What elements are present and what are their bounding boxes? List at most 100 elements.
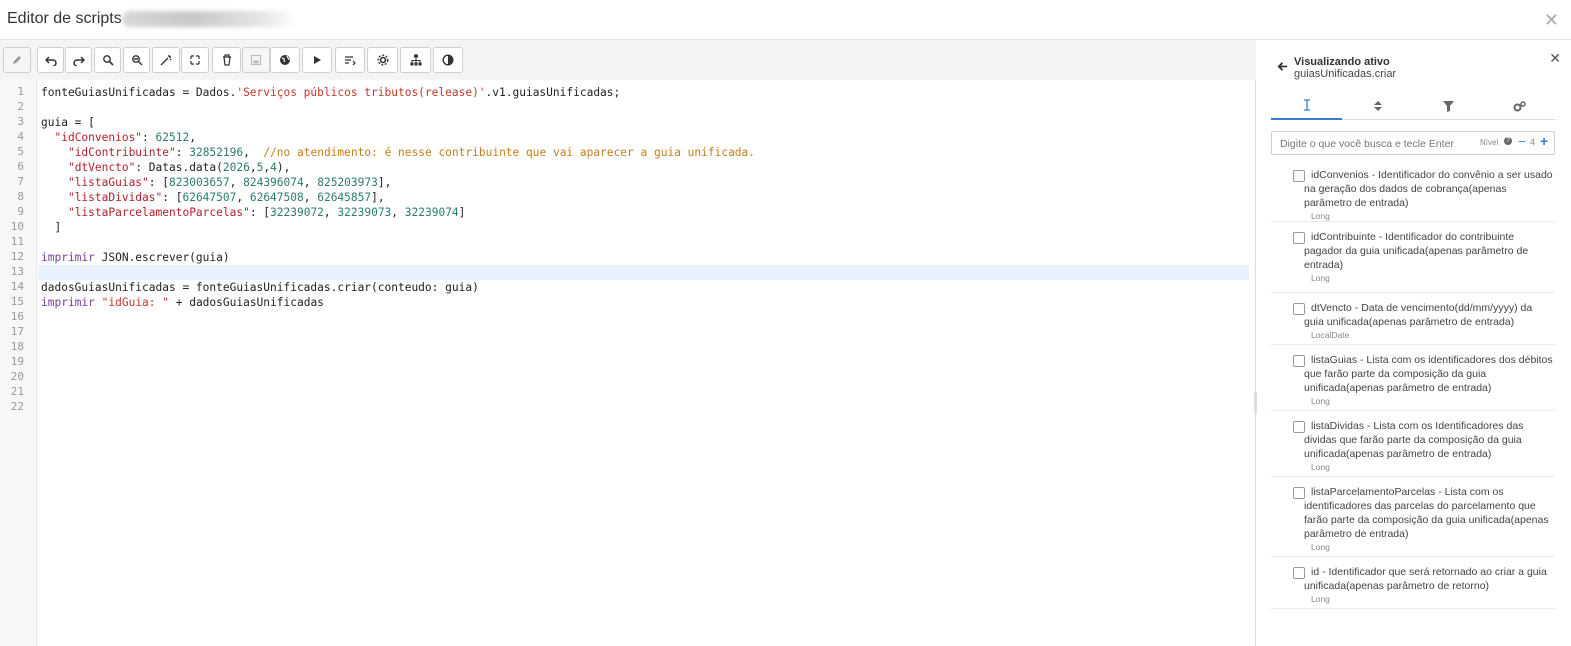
- search-input[interactable]: [1280, 136, 1470, 151]
- nivel-increase-button[interactable]: +: [1540, 133, 1548, 149]
- field-type: Long: [1311, 273, 1330, 283]
- code-token: :: [175, 146, 190, 159]
- code-token: 'Serviços públicos tributos(release)': [236, 86, 486, 99]
- line-number: 4: [17, 130, 24, 143]
- magic-button[interactable]: [152, 47, 180, 73]
- nivel-decrease-button[interactable]: −: [1518, 134, 1526, 149]
- play-icon: [314, 56, 321, 64]
- code-token: "listaParcelamentoParcelas": [67, 206, 250, 219]
- contrast-button[interactable]: [433, 47, 463, 73]
- panel-title: Visualizando ativo: [1294, 56, 1390, 68]
- code-token: 62647507: [182, 191, 237, 204]
- line-number: 22: [10, 400, 24, 413]
- code-token: ),: [276, 161, 291, 174]
- tab-filter[interactable]: [1413, 92, 1484, 120]
- code-token: ]: [41, 221, 62, 234]
- field-item: listaDividas - Lista com os Identificado…: [1271, 411, 1555, 477]
- line-number: 1: [17, 85, 24, 98]
- code-editor[interactable]: fonteGuiasUnificadas = Dados.'Serviços p…: [41, 80, 1251, 646]
- globe-button[interactable]: [270, 47, 300, 73]
- run-button[interactable]: [302, 47, 332, 73]
- redo-button[interactable]: [65, 47, 92, 73]
- code-token: 32852196: [189, 146, 244, 159]
- format-icon: [345, 56, 356, 66]
- tab-settings[interactable]: [1484, 92, 1555, 120]
- search-button[interactable]: [94, 47, 121, 73]
- code-line: fonteGuiasUnificadas = Dados.'Serviços p…: [41, 85, 620, 100]
- field-item: listaGuias - Lista com os identificadore…: [1271, 345, 1555, 411]
- tab-text-cursor[interactable]: [1271, 92, 1342, 120]
- code-token: "idConvenios": [54, 131, 143, 144]
- settings-button[interactable]: [367, 47, 398, 73]
- line-gutter: 1 2 3 4 5 6 7 8 9 10 11 12 13 14 15 16 17 18 19 20 21 22: [0, 80, 37, 646]
- code-token: ,: [243, 146, 264, 159]
- code-line: "idConvenios": 62512,: [41, 130, 196, 145]
- gear-icon: [377, 54, 388, 66]
- field-item: idContribuinte - Identificador do contri…: [1271, 222, 1555, 293]
- close-panel-icon[interactable]: ✕: [1549, 50, 1561, 67]
- sort-icon: [1373, 101, 1382, 111]
- code-token: ,: [189, 131, 196, 144]
- field-description: listaGuias - Lista com os identificadore…: [1304, 354, 1553, 394]
- filter-icon: [1443, 100, 1454, 112]
- field-item: idConvenios - Identificador do convênio …: [1271, 160, 1555, 222]
- line-number: 19: [10, 355, 24, 368]
- format-button[interactable]: [335, 47, 365, 73]
- help-icon[interactable]: ?: [1504, 137, 1512, 145]
- search-icon: [102, 55, 114, 66]
- undo-button[interactable]: [37, 47, 64, 73]
- back-arrow-icon[interactable]: [1277, 60, 1288, 75]
- edit-button[interactable]: [3, 47, 31, 73]
- field-type: Long: [1311, 542, 1330, 552]
- field-description: id - Identificador que será retornado ao…: [1304, 566, 1547, 592]
- search-box: Nível ? − 4 +: [1271, 131, 1555, 155]
- code-token: ]: [458, 206, 466, 219]
- redo-icon: [72, 56, 85, 66]
- code-token: : [: [162, 191, 183, 204]
- code-token: ],: [371, 191, 385, 204]
- line-number: 12: [10, 250, 24, 263]
- delete-button[interactable]: [212, 47, 241, 73]
- save-button[interactable]: [242, 47, 270, 73]
- code-token: ,: [236, 191, 250, 204]
- line-number: 7: [17, 175, 24, 188]
- code-token: ,: [303, 176, 318, 189]
- field-type: Long: [1311, 396, 1330, 406]
- tab-sort[interactable]: [1342, 92, 1413, 120]
- line-number: 8: [17, 190, 24, 203]
- close-icon[interactable]: ✕: [1544, 10, 1559, 31]
- search-replace-button[interactable]: [123, 47, 150, 73]
- text-cursor-icon: [1303, 99, 1310, 111]
- editor-area: 1 2 3 4 5 6 7 8 9 10 11 12 13 14 15 16 17 18 19 20 21 22 font…: [0, 40, 1256, 646]
- sitemap-icon: [410, 54, 421, 66]
- field-type: Long: [1311, 211, 1330, 221]
- globe-icon: [280, 55, 290, 65]
- toolbar: [0, 40, 1256, 80]
- code-token: imprimir: [41, 251, 95, 264]
- code-line: imprimir JSON.escrever(guia): [41, 250, 230, 265]
- line-number: 17: [10, 325, 24, 338]
- code-line: dadosGuiasUnificadas = fonteGuiasUnifica…: [41, 280, 479, 295]
- code-token: 824396074: [243, 176, 304, 189]
- hierarchy-button[interactable]: [400, 47, 431, 73]
- line-number: 20: [10, 370, 24, 383]
- panel-tabs: [1271, 92, 1555, 120]
- code-token: "idGuia: ": [101, 296, 169, 309]
- field-type: Long: [1311, 462, 1330, 472]
- title-bar: Editor de scripts ✕: [0, 0, 1571, 40]
- code-line: "listaParcelamentoParcelas": [32239072, …: [41, 205, 465, 220]
- line-number: 5: [17, 145, 24, 158]
- side-panel: ✕ Visualizando ativo guiasUnificadas.cri…: [1257, 40, 1571, 646]
- code-line: guia = [: [41, 115, 95, 130]
- code-token: 4: [270, 161, 277, 174]
- code-token: 32239074: [404, 206, 459, 219]
- code-token: : [: [148, 176, 169, 189]
- code-token: + dadosGuiasUnificadas: [169, 296, 324, 309]
- code-token: 32239072: [270, 206, 324, 219]
- code-token: "idContribuinte": [67, 146, 176, 159]
- expand-button[interactable]: [181, 47, 209, 73]
